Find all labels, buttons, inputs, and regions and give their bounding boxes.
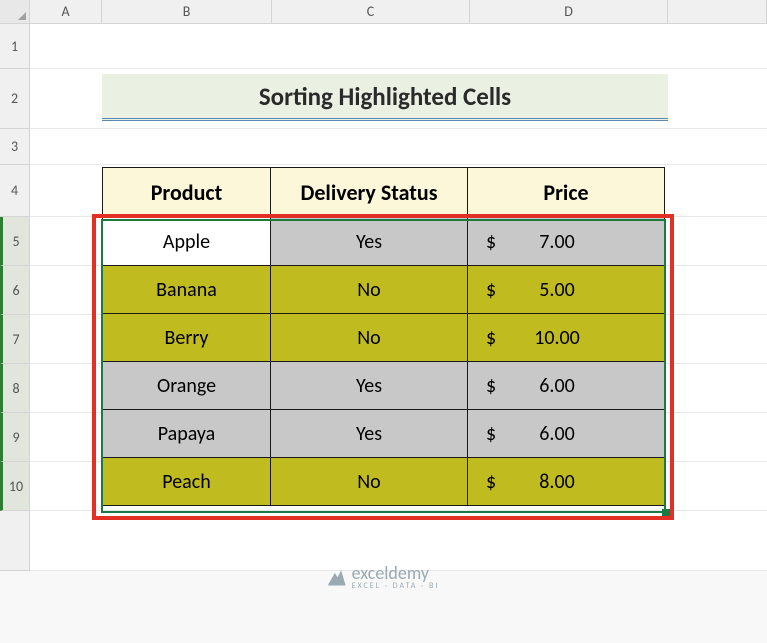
selection-handle[interactable] — [662, 509, 670, 517]
watermark-tagline: EXCEL · DATA · BI — [352, 581, 440, 591]
cell-price[interactable]: $6.00 — [468, 410, 665, 458]
table-row: Apple Yes $7.00 — [103, 218, 665, 266]
table-row: Banana No $5.00 — [103, 266, 665, 314]
select-all-corner[interactable] — [0, 0, 30, 23]
cell-product[interactable]: Berry — [103, 314, 271, 362]
cell-price[interactable]: $7.00 — [468, 218, 665, 266]
column-header-d[interactable]: D — [470, 0, 668, 23]
row-header-4[interactable]: 4 — [0, 165, 30, 217]
row-header-10[interactable]: 10 — [0, 462, 30, 511]
table-row: Peach No $8.00 — [103, 458, 665, 506]
data-table: Product Delivery Status Price Apple Yes … — [102, 167, 665, 506]
row-header-9[interactable]: 9 — [0, 413, 30, 462]
row-header-8[interactable]: 8 — [0, 364, 30, 413]
cell-price[interactable]: $10.00 — [468, 314, 665, 362]
cell-product[interactable]: Banana — [103, 266, 271, 314]
cell-price[interactable]: $5.00 — [468, 266, 665, 314]
cell-delivery[interactable]: No — [271, 314, 468, 362]
column-header-row: A B C D — [0, 0, 767, 24]
cell-product[interactable]: Orange — [103, 362, 271, 410]
column-header-a[interactable]: A — [30, 0, 102, 23]
column-header-blank — [668, 0, 767, 23]
cell-delivery[interactable]: No — [271, 266, 468, 314]
table-row: Orange Yes $6.00 — [103, 362, 665, 410]
cell-delivery[interactable]: Yes — [271, 362, 468, 410]
row-header-2[interactable]: 2 — [0, 69, 30, 129]
cell-delivery[interactable]: No — [271, 458, 468, 506]
row-header-blank — [0, 511, 30, 571]
cell-delivery[interactable]: Yes — [271, 218, 468, 266]
watermark: exceldemy EXCEL · DATA · BI — [328, 562, 440, 591]
page-title: Sorting Highlighted Cells — [102, 74, 668, 121]
column-header-c[interactable]: C — [272, 0, 470, 23]
cell-product[interactable]: Peach — [103, 458, 271, 506]
column-header-b[interactable]: B — [102, 0, 272, 23]
spreadsheet: A B C D 1 2 3 4 5 6 7 8 9 10 Sorting Hig… — [0, 0, 767, 643]
table-row: Berry No $10.00 — [103, 314, 665, 362]
header-product[interactable]: Product — [103, 168, 271, 218]
cell-product[interactable]: Papaya — [103, 410, 271, 458]
table-row: Papaya Yes $6.00 — [103, 410, 665, 458]
cell-price[interactable]: $6.00 — [468, 362, 665, 410]
row-header-7[interactable]: 7 — [0, 315, 30, 364]
row-header-3[interactable]: 3 — [0, 129, 30, 165]
header-delivery[interactable]: Delivery Status — [271, 168, 468, 218]
chart-icon — [328, 568, 346, 586]
cell-product[interactable]: Apple — [103, 218, 271, 266]
row-header-6[interactable]: 6 — [0, 266, 30, 315]
cell-delivery[interactable]: Yes — [271, 410, 468, 458]
header-row: Product Delivery Status Price — [103, 168, 665, 218]
row-header-5[interactable]: 5 — [0, 217, 30, 266]
header-price[interactable]: Price — [468, 168, 665, 218]
row-header-1[interactable]: 1 — [0, 24, 30, 69]
cell-price[interactable]: $8.00 — [468, 458, 665, 506]
